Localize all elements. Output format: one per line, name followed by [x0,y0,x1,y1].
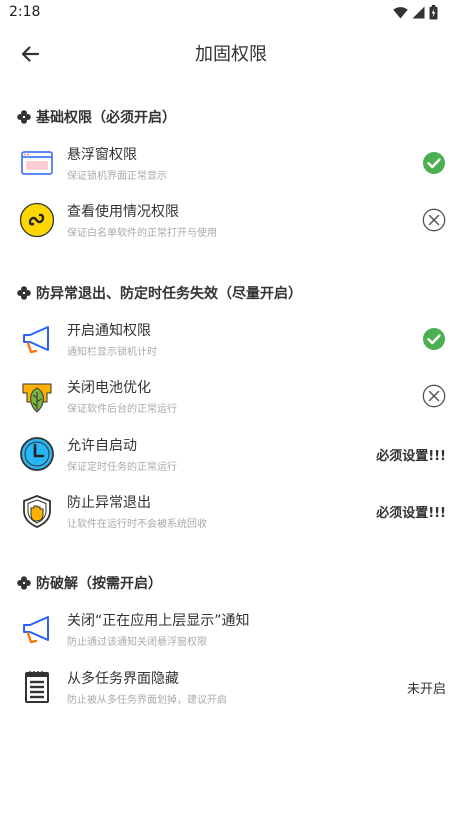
row-title: 关闭电池优化 [67,380,151,396]
check-circle-icon [423,328,445,350]
row-subtitle: 防止通过该通知关闭悬浮窗权限 [67,637,207,648]
page-title: 加固权限 [195,44,267,65]
section-title: 防破解（按需开启） [36,576,162,592]
row-title: 允许自启动 [67,438,137,454]
clover-icon [17,286,31,300]
row-title: 从多任务界面隐藏 [67,671,179,687]
section-title: 基础权限（必须开启） [36,110,176,126]
wifi-icon [393,7,408,19]
permission-row-overlay-notification[interactable]: 关闭“正在应用上层显示”通知 防止通过该通知关闭悬浮窗权限 [0,604,462,654]
permission-row-prevent-exit[interactable]: 防止异常退出 让软件在运行时不会被系统回收 必须设置!!! [0,486,462,536]
floating-window-icon [21,151,53,175]
status-time: 2:18 [9,4,41,20]
cellular-signal-icon [412,6,425,19]
battery-icon [429,5,438,20]
permission-row-battery-optimization[interactable]: 关闭电池优化 保证软件后台的正常运行 [0,371,462,421]
row-title: 查看使用情况权限 [67,204,179,220]
eco-battery-icon [22,383,52,413]
megaphone-icon [23,616,49,644]
row-title: 防止异常退出 [67,495,151,511]
megaphone-icon [23,326,49,354]
row-title: 悬浮窗权限 [67,147,137,163]
shield-hand-icon [23,495,51,528]
row-subtitle: 通知栏显示锁机计时 [67,347,157,358]
section-title: 防异常退出、防定时任务失效（尽量开启） [36,286,302,302]
row-subtitle: 防止被从多任务界面划掉，建议开启 [67,695,227,706]
close-circle-icon [422,384,446,408]
row-subtitle: 保证锁机界面正常显示 [67,171,167,182]
permission-row-auto-start[interactable]: 允许自启动 保证定时任务的正常运行 必须设置!!! [0,429,462,479]
must-set-label: 必须设置!!! [376,449,446,464]
permission-row-notification[interactable]: 开启通知权限 通知栏显示锁机计时 [0,314,462,364]
row-subtitle: 保证白名单软件的正常打开与使用 [67,228,217,239]
not-enabled-label: 未开启 [406,682,446,697]
status-bar: 2:18 [0,0,462,26]
row-title: 开启通知权限 [67,323,151,339]
section-header-anti-crack: 防破解（按需开启） [16,573,162,593]
row-subtitle: 保证软件后台的正常运行 [67,404,177,415]
permission-row-hide-recents[interactable]: 从多任务界面隐藏 防止被从多任务界面划掉，建议开启 未开启 [0,662,462,712]
check-circle-icon [423,152,445,174]
clover-icon [17,576,31,590]
close-circle-icon [422,208,446,232]
section-header-anti-exit: 防异常退出、防定时任务失效（尽量开启） [16,283,302,303]
permission-row-usage-access[interactable]: 查看使用情况权限 保证白名单软件的正常打开与使用 [0,195,462,245]
must-set-label: 必须设置!!! [376,506,446,521]
row-subtitle: 让软件在运行时不会被系统回收 [67,519,207,530]
status-icons [393,5,438,20]
section-header-basic: 基础权限（必须开启） [16,107,176,127]
permission-row-floating-window[interactable]: 悬浮窗权限 保证锁机界面正常显示 [0,138,462,188]
app-bar: 加固权限 [0,26,462,82]
usage-stats-icon [19,202,55,238]
row-title: 关闭“正在应用上层显示”通知 [67,613,250,629]
row-subtitle: 保证定时任务的正常运行 [67,462,177,473]
clover-icon [17,110,31,124]
notepad-icon [25,671,49,703]
clock-icon [20,437,54,471]
